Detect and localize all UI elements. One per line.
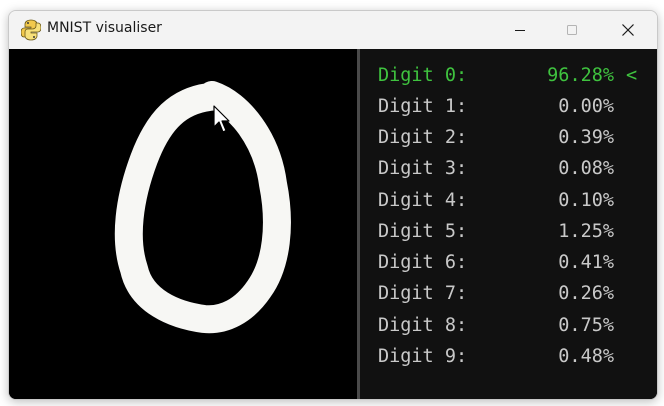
close-button[interactable] — [605, 11, 651, 49]
prediction-row-1: Digit 1: 0.00% — [378, 93, 614, 121]
maximize-icon — [567, 25, 577, 35]
window-title: MNIST visualiser — [47, 20, 162, 36]
app-window: MNIST visualiser Digit 0: 96.28% < Digit… — [8, 10, 658, 400]
prediction-percent: 96.28% — [547, 65, 614, 86]
handwritten-digit-stroke — [114, 81, 291, 334]
prediction-label: Digit 9: — [378, 346, 468, 367]
prediction-label: Digit 8: — [378, 315, 468, 336]
prediction-percent: 0.41% — [558, 252, 614, 273]
prediction-row-9: Digit 9: 0.48% — [378, 343, 614, 371]
prediction-percent: 0.08% — [558, 158, 614, 179]
prediction-row-0: Digit 0: 96.28% < — [378, 62, 637, 90]
prediction-label: Digit 6: — [378, 252, 468, 273]
maximize-button[interactable] — [549, 11, 595, 49]
prediction-label: Digit 7: — [378, 283, 468, 304]
prediction-label: Digit 1: — [378, 96, 468, 117]
prediction-row-6: Digit 6: 0.41% — [378, 249, 614, 277]
prediction-row-7: Digit 7: 0.26% — [378, 280, 614, 308]
prediction-row-2: Digit 2: 0.39% — [378, 124, 614, 152]
prediction-row-3: Digit 3: 0.08% — [378, 155, 614, 183]
prediction-label: Digit 2: — [378, 127, 468, 148]
predictions-panel: Digit 0: 96.28% < Digit 1: 0.00% Digit 2… — [360, 49, 657, 399]
client-area: Digit 0: 96.28% < Digit 1: 0.00% Digit 2… — [9, 49, 657, 399]
prediction-row-8: Digit 8: 0.75% — [378, 312, 614, 340]
prediction-row-4: Digit 4: 0.10% — [378, 187, 614, 215]
prediction-percent: 0.00% — [558, 96, 614, 117]
prediction-percent: 0.75% — [558, 315, 614, 336]
python-snake-icon — [21, 19, 41, 41]
prediction-label: Digit 4: — [378, 190, 468, 211]
minimize-icon — [515, 30, 525, 31]
prediction-percent: 0.48% — [558, 346, 614, 367]
prediction-label: Digit 3: — [378, 158, 468, 179]
prediction-label: Digit 0: — [378, 65, 468, 86]
prediction-row-5: Digit 5: 1.25% — [378, 218, 614, 246]
close-icon — [622, 24, 634, 36]
mouse-pointer-icon — [213, 105, 230, 133]
minimize-button[interactable] — [497, 11, 543, 49]
prediction-label: Digit 5: — [378, 221, 468, 242]
top-prediction-marker: < — [626, 65, 638, 86]
title-bar[interactable]: MNIST visualiser — [9, 11, 657, 49]
drawing-canvas[interactable] — [9, 49, 357, 399]
prediction-percent: 0.10% — [558, 190, 614, 211]
prediction-percent: 0.39% — [558, 127, 614, 148]
prediction-percent: 1.25% — [558, 221, 614, 242]
prediction-percent: 0.26% — [558, 283, 614, 304]
